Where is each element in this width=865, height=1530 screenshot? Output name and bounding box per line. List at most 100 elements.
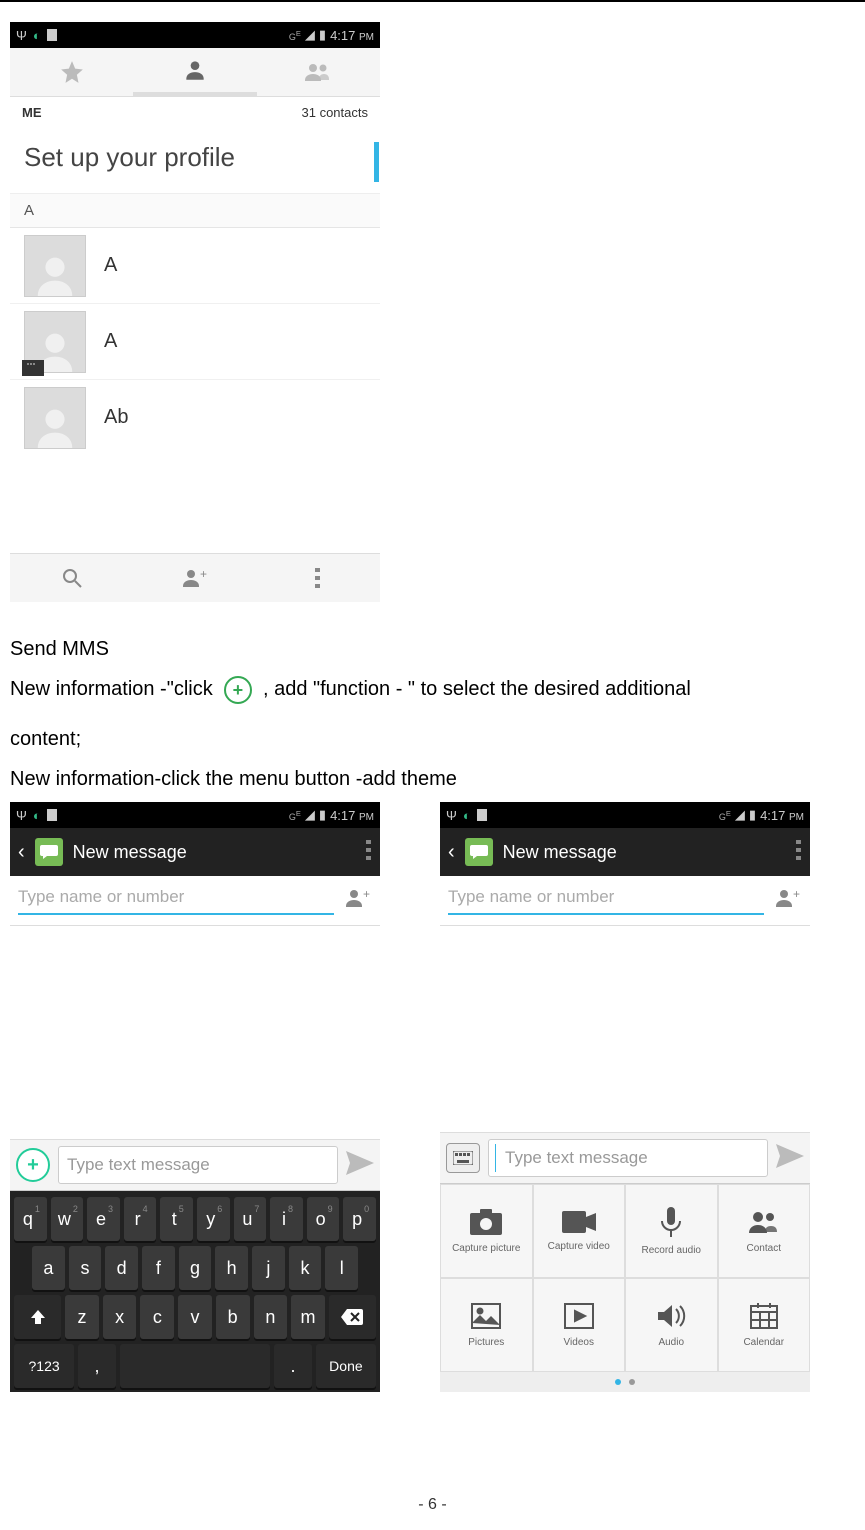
- svg-text:+: +: [363, 887, 370, 901]
- tab-groups[interactable]: [257, 48, 380, 96]
- svg-text:+: +: [200, 567, 207, 581]
- key-g[interactable]: g: [179, 1246, 212, 1290]
- key-f[interactable]: f: [142, 1246, 175, 1290]
- key-k[interactable]: k: [289, 1246, 322, 1290]
- tab-contacts[interactable]: [133, 48, 256, 96]
- attach-contact[interactable]: Contact: [718, 1184, 811, 1278]
- me-label: ME: [22, 105, 42, 120]
- attach-pictures[interactable]: Pictures: [440, 1278, 533, 1372]
- key-y[interactable]: y6: [197, 1197, 230, 1241]
- usb-icon: Ψ: [446, 808, 457, 823]
- key-z[interactable]: z: [65, 1295, 99, 1339]
- line1b: , add "function - " to select the desire…: [263, 678, 691, 700]
- attach-record-audio[interactable]: Record audio: [625, 1184, 718, 1278]
- keyboard-badge: [22, 360, 44, 376]
- key-d[interactable]: d: [105, 1246, 138, 1290]
- send-icon[interactable]: [776, 1144, 804, 1173]
- keyboard: q1 w2 e3 r4 t5 y6 u7 i8 o9 p0 a s: [10, 1191, 380, 1392]
- heading-send-mms: Send MMS: [10, 632, 855, 666]
- contact-row[interactable]: Ab: [10, 380, 380, 455]
- search-icon[interactable]: [10, 554, 133, 602]
- add-contact-icon[interactable]: +: [774, 886, 802, 915]
- status-bar: Ψ ◐ GE ◢ ▮ 4:17 PM: [10, 802, 380, 828]
- message-input[interactable]: Type text message: [58, 1146, 338, 1184]
- key-r[interactable]: r4: [124, 1197, 157, 1241]
- key-p[interactable]: p0: [343, 1197, 376, 1241]
- attach-audio[interactable]: Audio: [625, 1278, 718, 1372]
- new-message-keyboard-screenshot: Ψ ◐ GE ◢ ▮ 4:17 PM ‹ New message: [10, 802, 380, 1392]
- page-indicator: [440, 1372, 810, 1392]
- contact-row[interactable]: A: [10, 304, 380, 380]
- attach-capture-video[interactable]: Capture video: [533, 1184, 626, 1278]
- recipient-input[interactable]: Type name or number: [18, 887, 334, 915]
- key-v[interactable]: v: [178, 1295, 212, 1339]
- sync-icon: ◐: [463, 808, 471, 823]
- battery-icon: ▮: [319, 27, 326, 43]
- tab-favorites[interactable]: [10, 48, 133, 96]
- attach-button[interactable]: +: [16, 1148, 50, 1182]
- usb-icon: Ψ: [16, 808, 27, 823]
- signal-icon: ◢: [305, 807, 315, 823]
- keyboard-toggle-icon[interactable]: [446, 1143, 480, 1173]
- attach-capture-picture[interactable]: Capture picture: [440, 1184, 533, 1278]
- screen-title: New message: [73, 842, 187, 863]
- status-bar: Ψ ◐ GE ◢ ▮ 4:17 PM: [10, 22, 380, 48]
- line2: content;: [10, 722, 855, 756]
- svg-text:+: +: [793, 887, 800, 901]
- back-icon[interactable]: ‹: [18, 841, 25, 864]
- contacts-count: 31 contacts: [302, 105, 369, 120]
- overflow-icon[interactable]: [366, 840, 372, 865]
- contact-name: Ab: [104, 406, 128, 429]
- overflow-icon[interactable]: [796, 840, 802, 865]
- key-backspace[interactable]: [329, 1295, 376, 1339]
- send-icon[interactable]: [346, 1151, 374, 1180]
- avatar: [24, 235, 86, 297]
- setup-profile[interactable]: Set up your profile: [10, 128, 380, 194]
- key-c[interactable]: c: [140, 1295, 174, 1339]
- attach-calendar[interactable]: Calendar: [718, 1278, 811, 1372]
- key-n[interactable]: n: [254, 1295, 288, 1339]
- key-e[interactable]: e3: [87, 1197, 120, 1241]
- attach-videos[interactable]: Videos: [533, 1278, 626, 1372]
- key-m[interactable]: m: [291, 1295, 325, 1339]
- sync-icon: ◐: [33, 808, 41, 823]
- key-done[interactable]: Done: [316, 1344, 376, 1388]
- key-u[interactable]: u7: [234, 1197, 267, 1241]
- add-contact-icon[interactable]: +: [133, 554, 256, 602]
- status-bar: Ψ ◐ GE ◢ ▮ 4:17 PM: [440, 802, 810, 828]
- key-i[interactable]: i8: [270, 1197, 303, 1241]
- key-o[interactable]: o9: [307, 1197, 340, 1241]
- key-x[interactable]: x: [103, 1295, 137, 1339]
- key-q[interactable]: q1: [14, 1197, 47, 1241]
- key-j[interactable]: j: [252, 1246, 285, 1290]
- contact-name: A: [104, 330, 117, 353]
- key-period[interactable]: .: [274, 1344, 312, 1388]
- key-l[interactable]: l: [325, 1246, 358, 1290]
- key-symbols[interactable]: ?123: [14, 1344, 74, 1388]
- add-contact-icon[interactable]: +: [344, 886, 372, 915]
- clock: 4:17 PM: [760, 808, 804, 823]
- avatar: [24, 387, 86, 449]
- key-w[interactable]: w2: [51, 1197, 84, 1241]
- contacts-screenshot: Ψ ◐ GE ◢ ▮ 4:17 PM: [10, 22, 380, 602]
- line3: New information-click the menu button -a…: [10, 762, 855, 796]
- overflow-icon[interactable]: [257, 554, 380, 602]
- attachment-grid: Capture picture Capture video Record aud…: [440, 1184, 810, 1372]
- key-t[interactable]: t5: [160, 1197, 193, 1241]
- key-s[interactable]: s: [69, 1246, 102, 1290]
- contact-row[interactable]: A: [10, 228, 380, 304]
- card-icon: [477, 809, 487, 821]
- key-space[interactable]: [120, 1344, 270, 1388]
- app-icon: [465, 838, 493, 866]
- instruction-text: Send MMS New information -"click + , add…: [10, 632, 855, 796]
- key-b[interactable]: b: [216, 1295, 250, 1339]
- message-input[interactable]: Type text message: [488, 1139, 768, 1177]
- key-comma[interactable]: ,: [78, 1344, 116, 1388]
- key-a[interactable]: a: [32, 1246, 65, 1290]
- key-h[interactable]: h: [215, 1246, 248, 1290]
- back-icon[interactable]: ‹: [448, 841, 455, 864]
- signal-icon: ◢: [305, 27, 315, 43]
- recipient-input[interactable]: Type name or number: [448, 887, 764, 915]
- key-shift[interactable]: [14, 1295, 61, 1339]
- contacts-tabs: [10, 48, 380, 97]
